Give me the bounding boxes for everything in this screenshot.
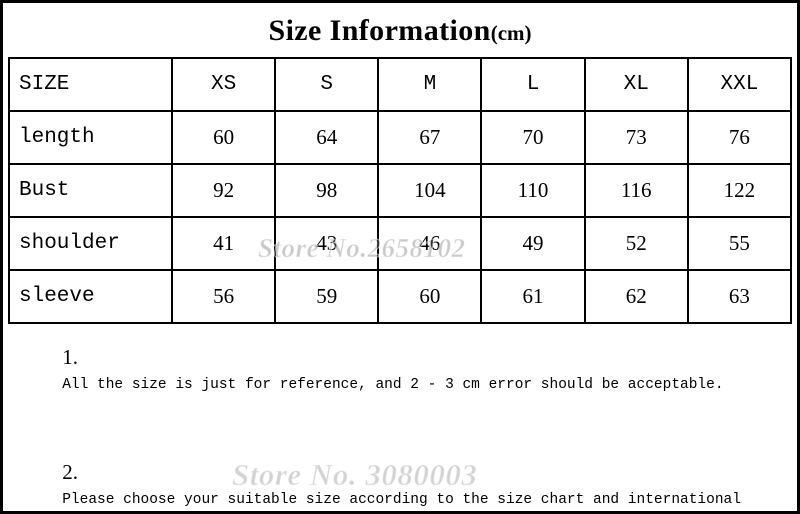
- size-chart-document: Size Information(cm) SIZE XS S M L XL XX…: [0, 0, 800, 514]
- row-label-shoulder: shoulder: [8, 216, 173, 271]
- table-header-row: SIZE XS S M L XL XXL: [8, 57, 793, 112]
- cell-bust-xl: 116: [583, 163, 689, 218]
- table-row: length 60 64 67 70 73 76: [8, 110, 793, 165]
- page-title-unit: (cm): [490, 21, 532, 45]
- cell-length-m: 67: [377, 110, 483, 165]
- table-header-xxl: XXL: [686, 57, 793, 112]
- note-1: 1. All the size is just for reference, a…: [10, 320, 792, 423]
- note-1-text: All the size is just for reference, and …: [62, 377, 724, 393]
- cell-bust-s: 98: [274, 163, 380, 218]
- table-header-xs: XS: [170, 57, 277, 112]
- note-2-text: Please choose your suitable size accordi…: [62, 492, 741, 508]
- cell-shoulder-xs: 41: [170, 216, 277, 271]
- cell-sleeve-xl: 62: [583, 269, 689, 324]
- table-row: Bust 92 98 104 110 116 122: [8, 163, 793, 218]
- table-header-m: M: [377, 57, 483, 112]
- cell-shoulder-l: 49: [480, 216, 586, 271]
- notes-section: 1. All the size is just for reference, a…: [10, 318, 792, 514]
- table-row: sleeve 56 59 60 61 62 63: [8, 269, 793, 324]
- cell-shoulder-s: 43: [274, 216, 380, 271]
- note-1-number: 1.: [62, 345, 78, 369]
- table-header-l: L: [480, 57, 586, 112]
- cell-bust-xxl: 122: [686, 163, 793, 218]
- page-title: Size Information(cm): [0, 14, 800, 48]
- cell-sleeve-m: 60: [377, 269, 483, 324]
- cell-length-s: 64: [274, 110, 380, 165]
- cell-shoulder-m: 46: [377, 216, 483, 271]
- size-table: SIZE XS S M L XL XXL length 60 64 67 70 …: [8, 57, 793, 324]
- table-header-s: S: [274, 57, 380, 112]
- cell-length-xs: 60: [170, 110, 277, 165]
- cell-sleeve-xs: 56: [170, 269, 277, 324]
- table-header-size: SIZE: [8, 57, 173, 112]
- cell-sleeve-l: 61: [480, 269, 586, 324]
- cell-bust-xs: 92: [170, 163, 277, 218]
- row-label-sleeve: sleeve: [8, 269, 173, 324]
- cell-bust-l: 110: [480, 163, 586, 218]
- cell-shoulder-xxl: 55: [686, 216, 793, 271]
- cell-bust-m: 104: [377, 163, 483, 218]
- note-2-number: 2.: [62, 460, 78, 484]
- cell-sleeve-s: 59: [274, 269, 380, 324]
- cell-length-xl: 73: [583, 110, 689, 165]
- cell-shoulder-xl: 52: [583, 216, 689, 271]
- note-2: 2. Please choose your suitable size acco…: [10, 435, 792, 514]
- page-title-text: Size Information: [268, 14, 491, 47]
- table-row: shoulder 41 43 46 49 52 55: [8, 216, 793, 271]
- row-label-bust: Bust: [8, 163, 173, 218]
- cell-length-l: 70: [480, 110, 586, 165]
- cell-length-xxl: 76: [686, 110, 793, 165]
- table-header-xl: XL: [583, 57, 689, 112]
- cell-sleeve-xxl: 63: [686, 269, 793, 324]
- row-label-length: length: [8, 110, 173, 165]
